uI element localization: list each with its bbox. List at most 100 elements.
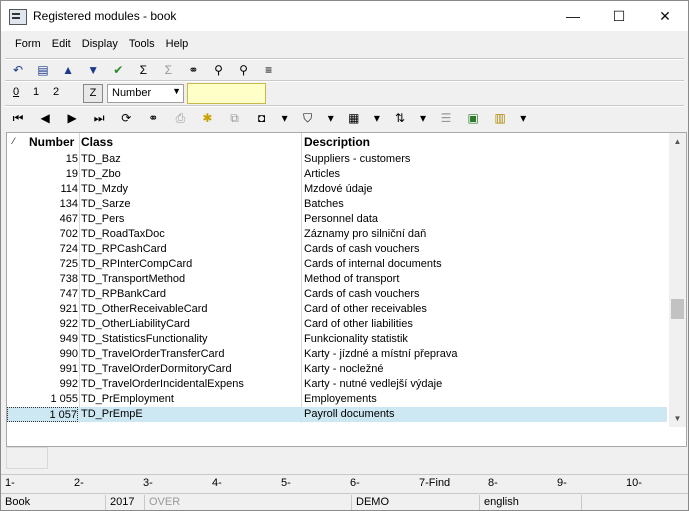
table-row[interactable]: 467 TD_Pers Personnel data bbox=[7, 212, 667, 227]
table-row[interactable]: 702 TD_RoadTaxDoc Záznamy pro silniční daň bbox=[7, 227, 667, 242]
fkey-8[interactable]: 8- bbox=[488, 477, 498, 489]
menu-tools[interactable]: Tools bbox=[125, 35, 159, 53]
status-mode: OVER bbox=[144, 495, 180, 510]
check-icon[interactable]: ✔ bbox=[109, 61, 127, 79]
table-row[interactable]: 949 TD_StatisticsFunctionality Funkcionali… bbox=[7, 332, 667, 347]
excel-icon[interactable]: ▣ bbox=[464, 109, 482, 127]
table-row[interactable]: 725 TD_RPInterCompCard Cards of internal d… bbox=[7, 257, 667, 272]
filter-icon[interactable]: ⛉ bbox=[299, 109, 317, 127]
chevron-down-icon[interactable]: ▾ bbox=[280, 109, 290, 127]
undo-icon[interactable]: ↶ bbox=[9, 61, 27, 79]
divider bbox=[5, 58, 684, 60]
column-header-number[interactable]: Number bbox=[29, 135, 74, 149]
chevron-down-icon[interactable]: ▾ bbox=[418, 109, 428, 127]
cell-number: 949 bbox=[59, 333, 78, 345]
table-row[interactable]: 1 057 TD_PrEmpE Payroll documents bbox=[7, 407, 667, 422]
scroll-down-icon[interactable]: ▼ bbox=[669, 410, 686, 427]
fkey-3[interactable]: 3- bbox=[143, 477, 153, 489]
next-record-icon[interactable]: ▶ bbox=[63, 109, 81, 127]
fkey-1[interactable]: 1- bbox=[5, 477, 15, 489]
maximize-button[interactable]: ☐ bbox=[596, 1, 642, 31]
menu-edit[interactable]: Edit bbox=[48, 35, 75, 53]
table-row[interactable]: 990 TD_TravelOrderTransferCard Karty - jíz… bbox=[7, 347, 667, 362]
menu-form[interactable]: Form bbox=[11, 35, 45, 53]
table-row[interactable]: 922 TD_OtherLiabilityCard Card of other li… bbox=[7, 317, 667, 332]
book-icon[interactable]: ▤ bbox=[34, 61, 52, 79]
find-replace-icon[interactable]: ⚲ bbox=[235, 61, 253, 79]
fkey-2[interactable]: 2- bbox=[74, 477, 84, 489]
cell-class: TD_RPCashCard bbox=[81, 243, 167, 255]
filter-sum-icon[interactable]: Σ bbox=[159, 61, 177, 79]
vertical-scrollbar[interactable]: ▲ ▼ bbox=[669, 133, 686, 427]
table-row[interactable]: 15 TD_Baz Suppliers - customers bbox=[7, 152, 667, 167]
table-row[interactable]: 1 055 TD_PrEmployment Employements bbox=[7, 392, 667, 407]
table-row[interactable]: 724 TD_RPCashCard Cards of cash vouchers bbox=[7, 242, 667, 257]
print-icon[interactable]: ⎙ bbox=[171, 109, 189, 127]
cell-number: 725 bbox=[59, 258, 78, 270]
divider bbox=[5, 105, 684, 107]
menu-display[interactable]: Display bbox=[78, 35, 122, 53]
status-language: english bbox=[479, 495, 519, 510]
menu-help[interactable]: Help bbox=[162, 35, 193, 53]
chevron-down-icon[interactable]: ▾ bbox=[518, 109, 528, 127]
scroll-up-icon[interactable]: ▲ bbox=[669, 133, 686, 150]
last-record-icon[interactable]: ⏭ bbox=[90, 109, 108, 127]
fkey-9[interactable]: 9- bbox=[557, 477, 567, 489]
tab-1[interactable]: 1 bbox=[33, 86, 39, 98]
z-button[interactable]: Z bbox=[83, 84, 103, 103]
first-record-icon[interactable]: ⏮ bbox=[9, 109, 27, 127]
fkey-10[interactable]: 10- bbox=[626, 477, 642, 489]
table-row[interactable]: 19 TD_Zbo Articles bbox=[7, 167, 667, 182]
fkey-6[interactable]: 6- bbox=[350, 477, 360, 489]
tab-2[interactable]: 2 bbox=[53, 86, 59, 98]
minimize-button[interactable]: — bbox=[550, 1, 596, 31]
fkey-7-find[interactable]: 7-Find bbox=[419, 477, 450, 489]
report-icon[interactable]: ▥ bbox=[491, 109, 509, 127]
table-row[interactable]: 114 TD_Mzdy Mzdové údaje bbox=[7, 182, 667, 197]
chevron-down-icon[interactable]: ▾ bbox=[372, 109, 382, 127]
sort-field-select[interactable]: Number ▼ bbox=[107, 84, 184, 103]
new-record-icon[interactable]: ✱ bbox=[198, 109, 216, 127]
cell-number: 467 bbox=[59, 213, 78, 225]
move-down-icon[interactable]: ▼ bbox=[84, 61, 102, 79]
page-tabs-row: 0 1 2 Z Number ▼ bbox=[9, 83, 689, 105]
chevron-down-icon[interactable]: ▾ bbox=[326, 109, 336, 127]
list-icon[interactable]: ☰ bbox=[437, 109, 455, 127]
copy-record-icon[interactable]: ⧉ bbox=[226, 109, 244, 127]
sort-az-icon[interactable]: ⇅ bbox=[391, 109, 409, 127]
cell-class: TD_Pers bbox=[81, 213, 125, 225]
binoculars-icon[interactable]: ⚭ bbox=[144, 109, 162, 127]
close-button[interactable]: ✕ bbox=[642, 1, 688, 31]
column-header-class[interactable]: Class bbox=[81, 135, 113, 149]
column-header-description[interactable]: Description bbox=[304, 135, 370, 149]
find-next-icon[interactable]: ⚲ bbox=[210, 61, 228, 79]
cell-class: TD_StatisticsFunctionality bbox=[81, 333, 208, 345]
search-input[interactable] bbox=[187, 83, 266, 104]
tab-0[interactable]: 0 bbox=[13, 86, 19, 98]
columns-icon[interactable]: ▦ bbox=[345, 109, 363, 127]
app-icon bbox=[9, 9, 27, 25]
cell-number: 702 bbox=[59, 228, 78, 240]
sum-icon[interactable]: Σ bbox=[134, 61, 152, 79]
binoculars-icon[interactable]: ⚭ bbox=[184, 61, 202, 79]
table-row[interactable]: 991 TD_TravelOrderDormitoryCard Karty - no… bbox=[7, 362, 667, 377]
table-row[interactable]: 992 TD_TravelOrderIncidentalExpens Karty -… bbox=[7, 377, 667, 392]
cell-class: TD_Sarze bbox=[81, 198, 131, 210]
move-up-icon[interactable]: ▲ bbox=[59, 61, 77, 79]
table-row[interactable]: 738 TD_TransportMethod Method of transport bbox=[7, 272, 667, 287]
scroll-thumb[interactable] bbox=[671, 299, 684, 319]
fkey-5[interactable]: 5- bbox=[281, 477, 291, 489]
modules-grid[interactable]: ⁄ Number Class Description 15 TD_Baz Suppl… bbox=[6, 132, 687, 447]
menu-lines-icon[interactable]: ≡ bbox=[260, 61, 278, 79]
camera-icon[interactable]: ◘ bbox=[253, 109, 271, 127]
fkey-4[interactable]: 4- bbox=[212, 477, 222, 489]
cell-description: Card of other receivables bbox=[304, 303, 427, 315]
cell-number: 15 bbox=[65, 153, 78, 165]
cell-number: 1 055 bbox=[50, 393, 78, 405]
cell-class: TD_TransportMethod bbox=[81, 273, 186, 285]
table-row[interactable]: 921 TD_OtherReceivableCard Card of other r… bbox=[7, 302, 667, 317]
table-row[interactable]: 747 TD_RPBankCard Cards of cash vouchers bbox=[7, 287, 667, 302]
refresh-icon[interactable]: ⟳ bbox=[117, 109, 135, 127]
prev-record-icon[interactable]: ◀ bbox=[36, 109, 54, 127]
table-row[interactable]: 134 TD_Sarze Batches bbox=[7, 197, 667, 212]
